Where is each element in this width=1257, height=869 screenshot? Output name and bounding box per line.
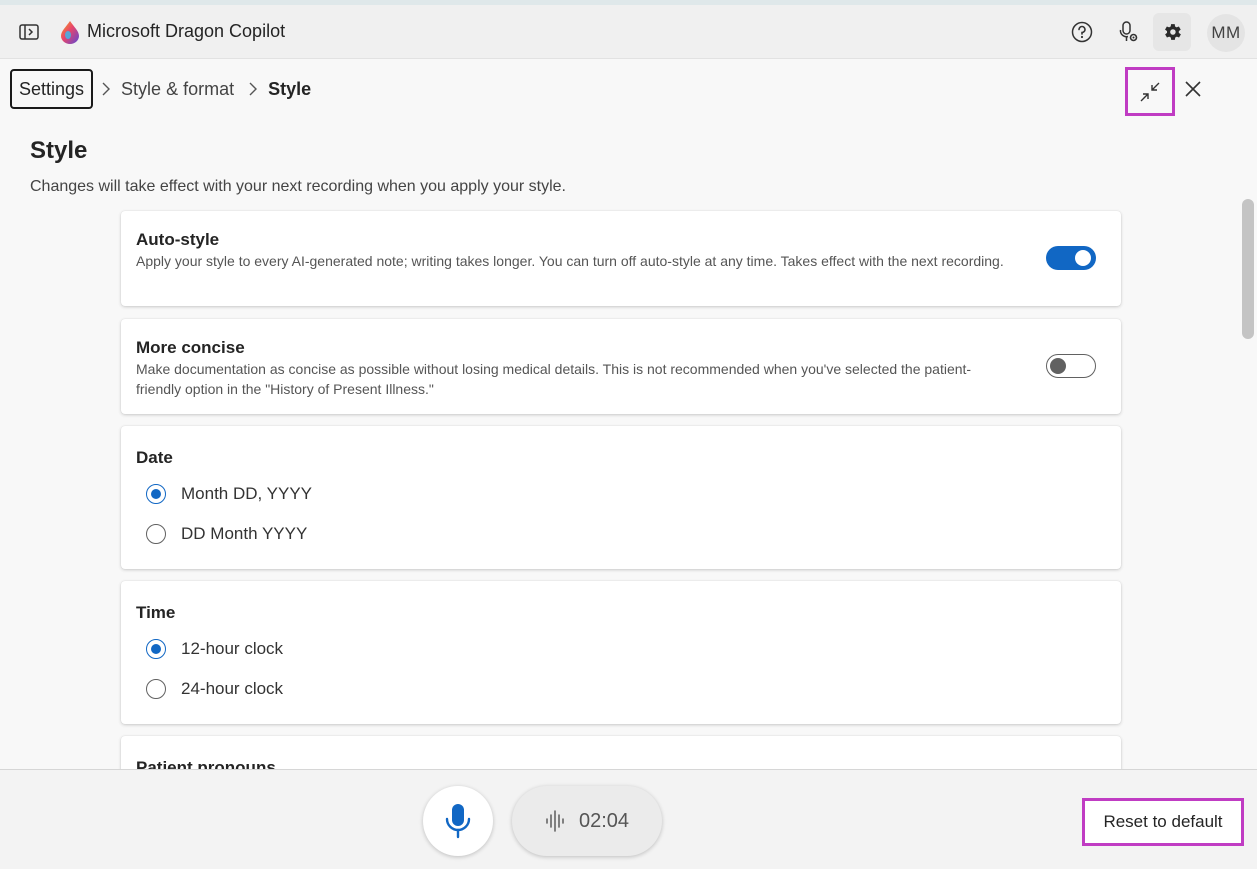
date-title: Date [136, 448, 173, 467]
sidebar-toggle-icon[interactable] [18, 21, 40, 43]
radio-label: Month DD, YYYY [181, 484, 313, 503]
auto-style-toggle[interactable] [1046, 246, 1096, 270]
patient-pronouns-card: Patient pronouns [121, 736, 1121, 770]
recording-bar: 02:04 Reset to default [0, 769, 1257, 869]
breadcrumb-style-format[interactable]: Style & format [121, 79, 234, 100]
more-concise-description: Make documentation as concise as possibl… [136, 361, 972, 397]
chevron-right-icon [248, 82, 258, 96]
vertical-scrollbar[interactable] [1242, 199, 1254, 770]
reset-to-default-button[interactable]: Reset to default [1082, 798, 1244, 846]
chevron-right-icon [101, 82, 111, 96]
date-option-month-dd-yyyy[interactable]: Month DD, YYYY [146, 484, 312, 504]
recording-timer-button[interactable]: 02:04 [512, 786, 662, 856]
radio-button[interactable] [146, 639, 166, 659]
radio-label: 24-hour clock [181, 679, 284, 698]
radio-button[interactable] [146, 484, 166, 504]
user-avatar[interactable]: MM [1207, 14, 1245, 52]
radio-label: DD Month YYYY [181, 524, 308, 543]
microphone-settings-icon [1119, 21, 1138, 42]
more-concise-title: More concise [136, 338, 245, 357]
app-title: Microsoft Dragon Copilot [87, 21, 286, 41]
radio-button[interactable] [146, 679, 166, 699]
time-card: Time 12-hour clock 24-hour clock [121, 581, 1121, 724]
time-title: Time [136, 603, 176, 622]
more-concise-card: More concise Make documentation as conci… [121, 319, 1121, 414]
record-button[interactable] [423, 786, 493, 856]
settings-scroll-area: Auto-style Apply your style to every AI-… [0, 199, 1240, 770]
microphone-settings-button[interactable] [1109, 13, 1147, 51]
date-card: Date Month DD, YYYY DD Month YYYY [121, 426, 1121, 569]
date-option-dd-month-yyyy[interactable]: DD Month YYYY [146, 524, 307, 544]
title-bar: Microsoft Dragon Copilot MM [0, 5, 1257, 58]
breadcrumb: Settings Style & format Style [10, 69, 311, 109]
help-icon [1071, 21, 1093, 43]
microphone-icon [445, 804, 471, 839]
more-concise-toggle[interactable] [1046, 354, 1096, 378]
help-button[interactable] [1063, 13, 1101, 51]
close-panel-button[interactable] [1180, 76, 1206, 102]
time-option-24-hour[interactable]: 24-hour clock [146, 679, 283, 699]
close-icon [1185, 81, 1201, 97]
recording-timer: 02:04 [578, 809, 630, 832]
breadcrumb-style: Style [268, 78, 312, 99]
auto-style-title: Auto-style [136, 230, 220, 249]
radio-label: 12-hour clock [181, 639, 284, 658]
collapse-panel-button[interactable] [1125, 67, 1175, 116]
scrollbar-thumb[interactable] [1242, 199, 1254, 339]
gear-icon [1165, 24, 1181, 40]
page-subtitle: Changes will take effect with your next … [30, 178, 566, 195]
auto-style-card: Auto-style Apply your style to every AI-… [121, 211, 1121, 306]
collapse-arrows-icon [1140, 82, 1160, 101]
page-title: Style [30, 137, 88, 164]
dragon-copilot-logo-icon [60, 20, 80, 44]
time-option-12-hour[interactable]: 12-hour clock [146, 639, 283, 659]
app-window: Microsoft Dragon Copilot MM Settings Sty… [0, 5, 1257, 869]
breadcrumb-settings[interactable]: Settings [10, 69, 94, 109]
auto-style-description: Apply your style to every AI-generated n… [136, 253, 1004, 269]
audio-waveform-icon [546, 810, 564, 832]
settings-button[interactable] [1153, 13, 1191, 51]
settings-panel: Settings Style & format Style Style Chan… [0, 58, 1257, 770]
radio-button[interactable] [146, 524, 166, 544]
